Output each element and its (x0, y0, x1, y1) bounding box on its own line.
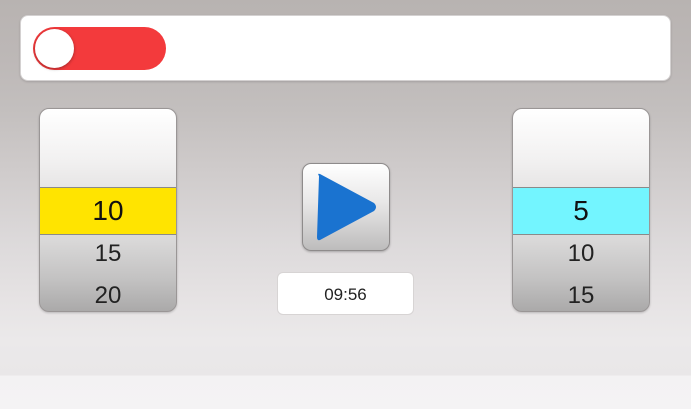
left-picker-item[interactable]: 20 (40, 275, 176, 311)
left-picker-selected-item[interactable]: 10 (40, 187, 176, 235)
right-picker-selected-item[interactable]: 5 (513, 187, 649, 235)
left-picker[interactable]: 10 15 20 (39, 108, 177, 312)
play-button[interactable] (302, 163, 390, 251)
toggle-knob[interactable] (35, 29, 74, 68)
timer-display: 09:56 (277, 272, 414, 315)
right-picker-item[interactable]: 15 (513, 275, 649, 311)
left-picker-item[interactable]: 15 (40, 233, 176, 275)
power-toggle[interactable] (33, 27, 166, 70)
top-bar (20, 15, 671, 81)
play-icon (317, 173, 376, 241)
right-picker[interactable]: 5 10 15 (512, 108, 650, 312)
right-picker-item[interactable]: 10 (513, 233, 649, 275)
